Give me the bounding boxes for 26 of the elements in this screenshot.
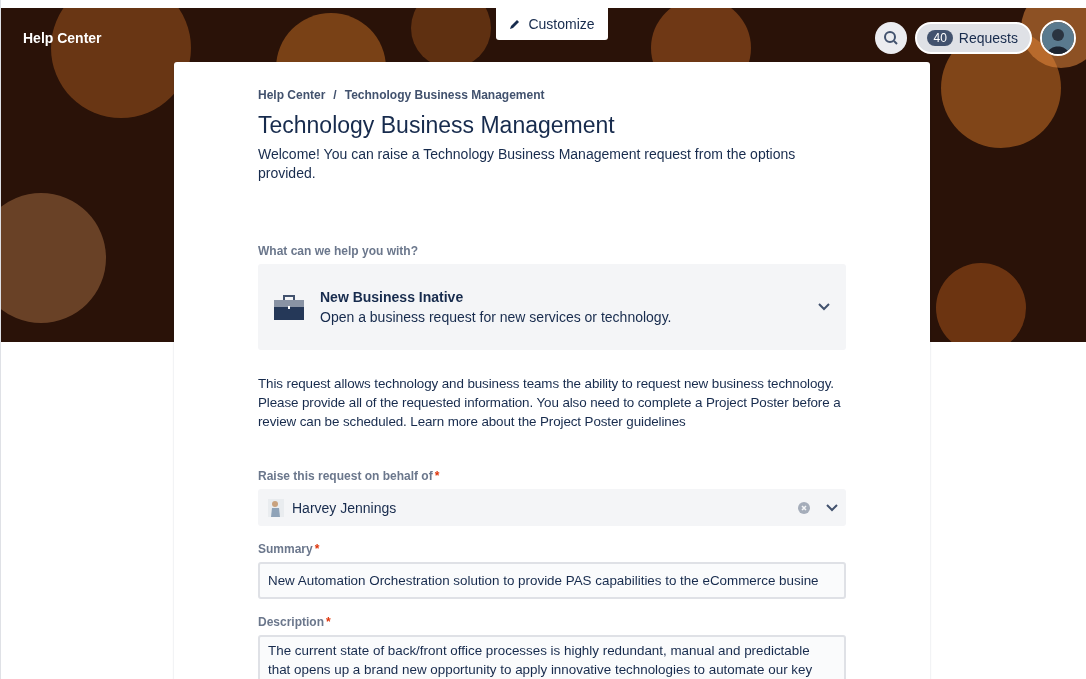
customize-button[interactable]: Customize	[496, 8, 608, 40]
description-field[interactable]: The current state of back/front office processes is highly redundant, manual and predictable that opens up a brand new opportunity to apply innovative technologies to automate our key	[258, 635, 846, 679]
pencil-icon	[509, 18, 522, 30]
chevron-down-icon[interactable]	[826, 503, 838, 512]
portal-title: Technology Business Management	[258, 112, 616, 139]
briefcase-icon	[274, 294, 304, 320]
site-title[interactable]: Help Center	[23, 30, 102, 46]
chevron-down-icon[interactable]	[818, 303, 830, 311]
request-type-description: Open a business request for new services or technology.	[320, 309, 673, 325]
breadcrumb-link[interactable]: Help Center	[258, 88, 326, 102]
field-label: Summary *	[258, 542, 321, 556]
request-type-name: New Business Inative	[320, 289, 465, 305]
avatar-icon	[268, 498, 284, 517]
breadcrumb-separator: /	[333, 88, 337, 102]
avatar-icon[interactable]	[1040, 20, 1076, 56]
summary-field[interactable]: New Automation Orchestration solution to provide PAS capabilities to the eCommerce busine	[258, 562, 846, 599]
requests-button[interactable]: 40 Requests	[915, 22, 1032, 54]
field-label: What can we help you with?	[258, 244, 419, 258]
request-type-select[interactable]: New Business Inative Open a business request for new services or technology.	[258, 264, 846, 350]
breadcrumb-link[interactable]: Technology Business Management	[344, 88, 545, 102]
field-label: Raise this request on behalf of *	[258, 469, 441, 483]
welcome-text: Welcome! You can raise a Technology Business Management request from the options provided.	[258, 145, 797, 183]
request-info-text: This request allows technology and business teams the ability to request new business technology. Please provide all of the requested information. You also need to complete a Project Poster before a review can be scheduled. Learn more about the Project Poster guidelines	[258, 375, 842, 431]
user-select[interactable]: Harvey Jennings	[258, 489, 846, 526]
field-label: Description *	[258, 615, 332, 629]
search-icon	[883, 30, 900, 46]
